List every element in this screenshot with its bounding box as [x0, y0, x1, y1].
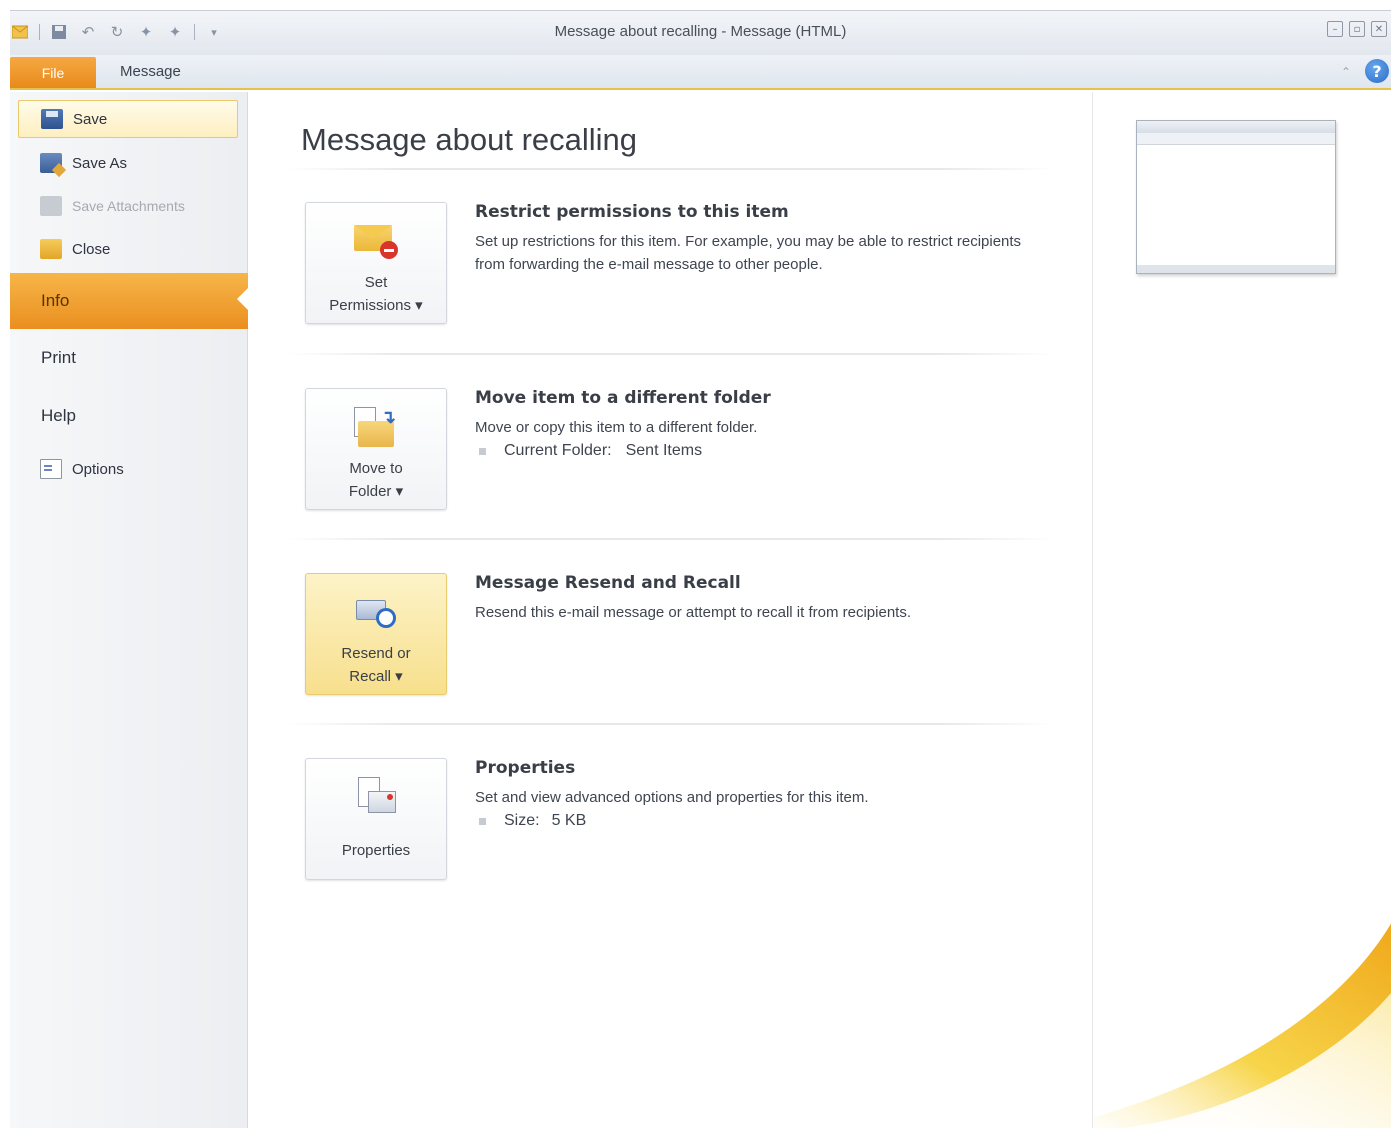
ribbon-right-controls: ⌃ ?	[1341, 59, 1389, 83]
divider	[287, 353, 1055, 355]
section-move-item: ↴ Move to Folder ▾ Move item to a differ…	[249, 388, 1091, 528]
save-attachments-command-label: Save Attachments	[72, 198, 185, 214]
set-permissions-button[interactable]: Set Permissions ▾	[305, 202, 447, 324]
options-command[interactable]: Options	[18, 450, 238, 488]
help-icon[interactable]: ?	[1365, 59, 1389, 83]
section-restrict-permissions: Set Permissions ▾ Restrict permissions t…	[249, 202, 1091, 342]
close-folder-icon	[40, 239, 62, 259]
move-folder-icon: ↴	[354, 407, 398, 447]
minimize-ribbon-icon[interactable]: ⌃	[1341, 65, 1353, 79]
nav-item-help[interactable]: Help	[10, 390, 248, 442]
info-pane: Message about recalling Set Permissions …	[249, 92, 1091, 1128]
save-command-label: Save	[73, 110, 108, 128]
save-as-icon	[40, 153, 62, 173]
set-permissions-label: Set Permissions ▾	[329, 274, 423, 314]
move-to-folder-label: Move to Folder ▾	[348, 460, 404, 500]
section-description: Set and view advanced options and proper…	[475, 789, 869, 806]
section-resend-recall: Resend or Recall ▾ Message Resend and Re…	[249, 573, 1091, 713]
resend-or-recall-button[interactable]: Resend or Recall ▾	[305, 573, 447, 695]
current-folder-info: Current Folder: Sent Items	[479, 442, 702, 460]
save-as-command-label: Save As	[72, 154, 128, 172]
properties-button[interactable]: Properties	[305, 758, 447, 880]
title-bar: ↶ ↻ ✦ ✦ ▾ Message about recalling - Mess…	[10, 10, 1391, 55]
page-title: Message about recalling	[301, 122, 638, 157]
envelope-restrict-icon	[354, 221, 398, 261]
nav-item-info[interactable]: Info	[10, 273, 249, 329]
window-title: Message about recalling - Message (HTML)	[554, 23, 847, 40]
maximize-icon[interactable]: ▫	[1349, 21, 1365, 37]
section-title: Properties	[475, 758, 576, 778]
current-folder-label: Current Folder:	[504, 442, 612, 459]
section-properties: Properties Properties Set and view advan…	[249, 758, 1091, 898]
divider	[287, 723, 1055, 725]
size-value: 5 KB	[551, 812, 587, 829]
nav-item-print[interactable]: Print	[10, 332, 248, 384]
backstage-nav: Save Save As Save Attachments Close Info…	[10, 92, 249, 1128]
options-command-label: Options	[72, 460, 124, 478]
save-icon	[41, 109, 63, 129]
save-as-command[interactable]: Save As	[18, 144, 238, 182]
close-command-label: Close	[72, 240, 111, 258]
nav-item-help-label: Help	[41, 406, 76, 425]
save-attachments-icon	[40, 196, 62, 216]
close-window-icon[interactable]: ✕	[1371, 21, 1387, 37]
size-info: Size: 5 KB	[479, 812, 586, 830]
close-command[interactable]: Close	[18, 230, 238, 268]
properties-icon	[354, 777, 398, 817]
resend-or-recall-label: Resend or Recall ▾	[341, 645, 411, 685]
preview-pane	[1092, 92, 1391, 1128]
nav-item-print-label: Print	[41, 348, 76, 367]
move-to-folder-button[interactable]: ↴ Move to Folder ▾	[305, 388, 447, 510]
nav-item-info-label: Info	[41, 291, 70, 310]
save-attachments-command: Save Attachments	[18, 187, 238, 225]
section-title: Move item to a different folder	[475, 388, 771, 408]
resend-recall-icon	[354, 592, 398, 632]
ribbon-tab-bar: File Message ⌃ ?	[10, 55, 1391, 90]
divider	[287, 538, 1055, 540]
section-title: Message Resend and Recall	[475, 573, 741, 593]
bullet-icon	[479, 447, 486, 455]
section-description: Resend this e-mail message or attempt to…	[475, 604, 912, 621]
section-title: Restrict permissions to this item	[475, 202, 789, 222]
tab-message[interactable]: Message	[120, 63, 181, 80]
window-controls: – ▫ ✕	[1327, 21, 1387, 37]
divider	[287, 168, 1055, 170]
tab-file[interactable]: File	[10, 57, 96, 88]
office-swoosh-decoration	[1093, 923, 1391, 1128]
options-icon	[40, 459, 62, 479]
properties-button-label: Properties	[341, 842, 411, 859]
bullet-icon	[479, 817, 486, 825]
minimize-icon[interactable]: –	[1327, 21, 1343, 37]
save-command[interactable]: Save	[18, 100, 238, 138]
section-description: Move or copy this item to a different fo…	[475, 419, 758, 436]
size-label: Size:	[504, 812, 540, 829]
current-folder-value: Sent Items	[625, 442, 703, 459]
section-description: Set up restrictions for this item. For e…	[475, 233, 1022, 273]
